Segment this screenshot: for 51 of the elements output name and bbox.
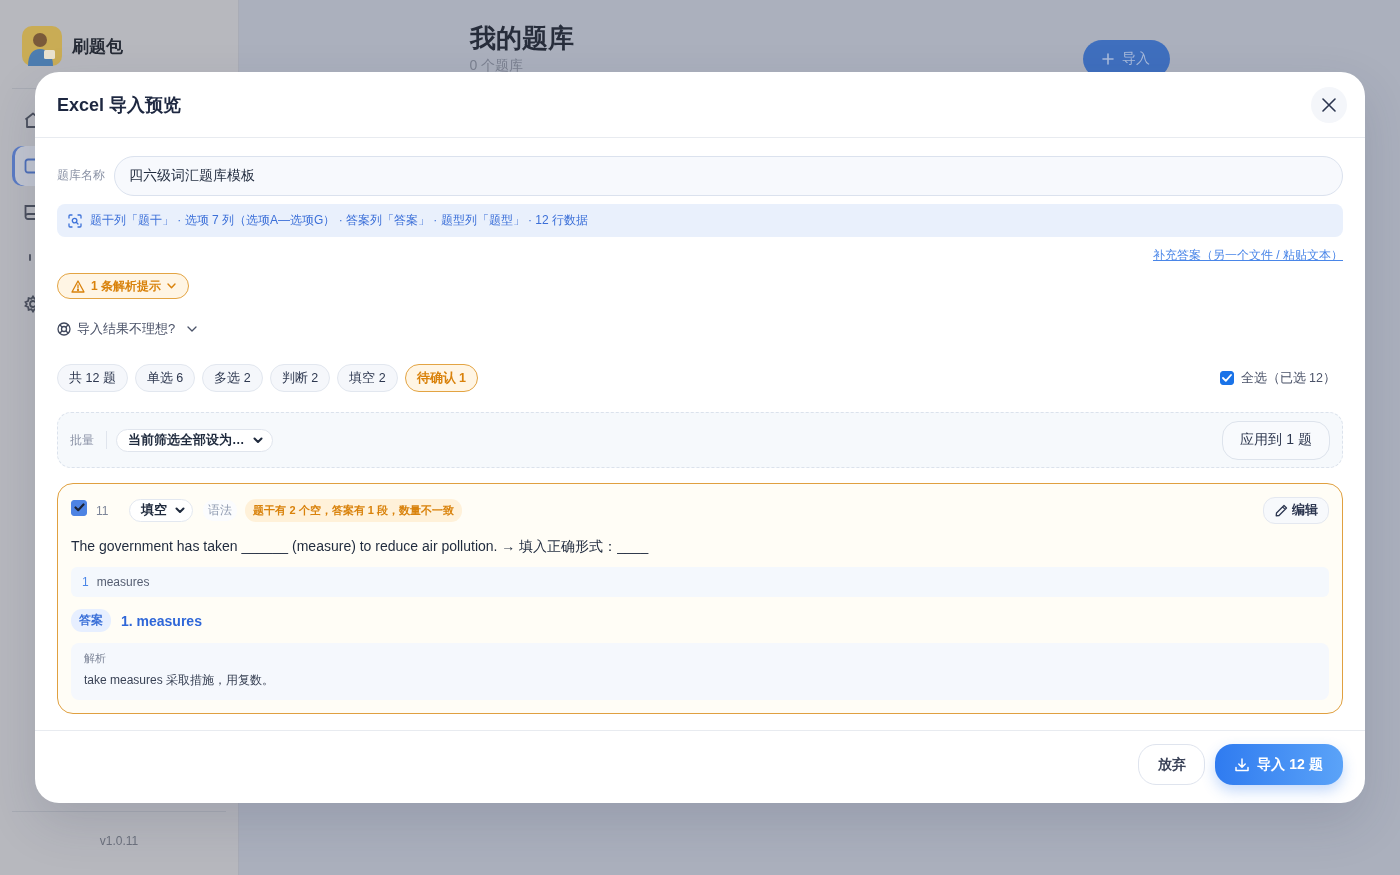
filter-chip[interactable]: 填空 2 [337, 364, 398, 392]
app-name: 刷题包 [72, 35, 123, 58]
bank-name-field[interactable]: 四六级词汇题库模板 [114, 156, 1343, 196]
help-toggle[interactable]: 导入结果不理想? [57, 321, 198, 337]
close-button[interactable] [1311, 86, 1347, 123]
chevron-down-icon [167, 283, 176, 289]
apply-button[interactable]: 应用到 1 题 [1222, 420, 1330, 460]
category-tag: 语法 [203, 500, 238, 521]
batch-select[interactable]: 当前筛选全部设为… [116, 428, 273, 452]
page-title: 我的题库 [469, 22, 574, 54]
nav-item[interactable] [12, 146, 35, 186]
book-icon [24, 203, 35, 221]
blank-text: measures [96, 575, 150, 589]
question-type-select[interactable]: 填空 [129, 499, 194, 522]
explanation-label: 解析 [84, 651, 107, 666]
scan-icon [68, 213, 82, 228]
question-number: 11 [96, 503, 109, 518]
bank-name-label: 题库名称 [57, 166, 105, 184]
dialog-title: Excel 导入预览 [57, 93, 182, 117]
filter-chip[interactable]: 单选 6 [134, 364, 196, 392]
filter-chip[interactable]: 多选 2 [202, 364, 263, 392]
settings-icon [24, 295, 35, 313]
version-text: v1.0.11 [99, 833, 139, 849]
edit-button[interactable]: 编辑 [1263, 497, 1329, 524]
select-all-checkbox[interactable] [1219, 371, 1234, 385]
chevron-down-icon [175, 507, 186, 514]
download-icon [1235, 757, 1250, 772]
blank-index: 1 [82, 575, 89, 589]
logo-icon [22, 26, 62, 66]
discard-button[interactable]: 放弃 [1138, 744, 1205, 785]
supplement-answers-link[interactable]: 补充答案（另一个文件 / 粘贴文本） [1153, 247, 1343, 263]
plus-icon [1102, 53, 1114, 65]
chevron-down-icon [252, 436, 263, 444]
pencil-icon [1275, 504, 1288, 517]
explanation-text: take measures 采取措施，用复数。 [84, 672, 276, 688]
chevron-down-icon [187, 326, 198, 332]
filter-chip[interactable]: 判断 2 [269, 364, 331, 392]
select-all-label: 全选（已选 12） [1240, 369, 1336, 387]
warning-icon [71, 279, 85, 293]
document-icon [24, 157, 35, 175]
batch-label: 批量 [70, 431, 94, 449]
answer-text: 1. measures [121, 612, 202, 629]
question-stem: The government has taken ______ (measure) to reduce air pollution. → 填入正确形式：____ [71, 537, 650, 556]
mismatch-warning-tag: 题干有 2 个空，答案有 1 段，数量不一致 [245, 499, 462, 522]
question-checkbox[interactable] [71, 499, 87, 516]
columns-info-text: 题干列「题干」 · 选项 7 列（选项A—选项G） · 答案列「答案」 · 题型列「题型」 · 12 行数据 [90, 212, 589, 229]
close-icon [1322, 97, 1336, 112]
answer-label: 答案 [71, 609, 111, 632]
filter-chip[interactable]: 共 12 题 [57, 364, 128, 392]
lifebuoy-icon [57, 322, 71, 336]
house-icon [24, 111, 35, 129]
